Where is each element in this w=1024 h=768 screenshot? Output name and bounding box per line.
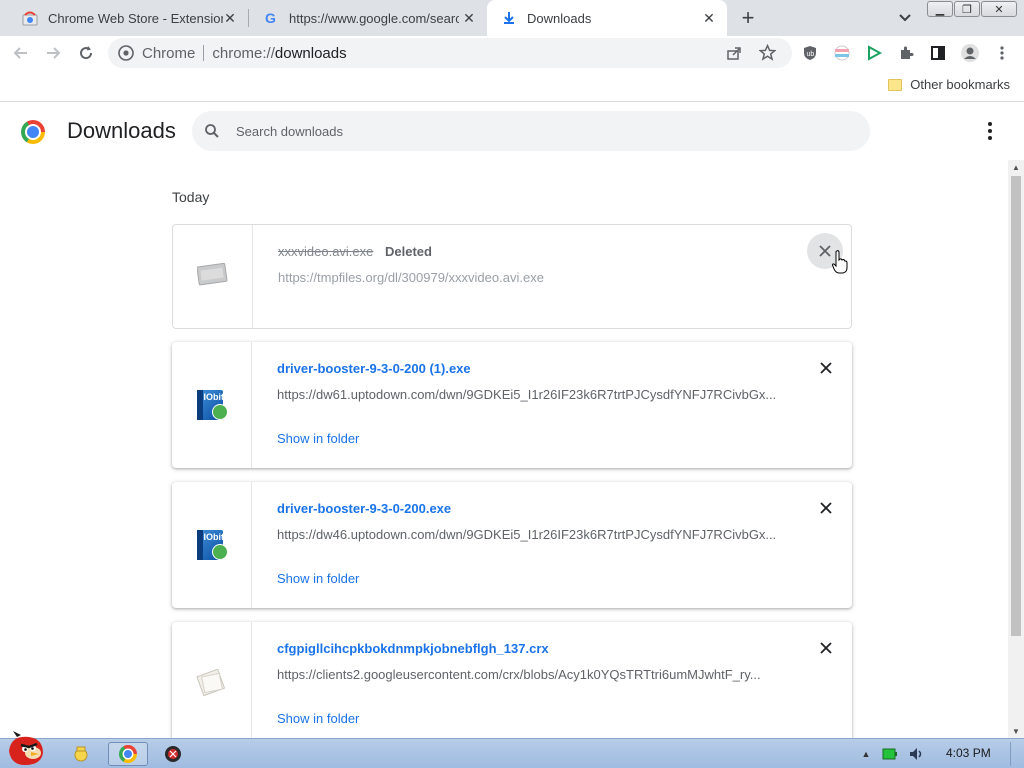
date-heading: Today (172, 189, 210, 205)
scroll-down-arrow-icon[interactable]: ▼ (1008, 724, 1024, 738)
file-name-link[interactable]: cfgpigllcihcpkbokdnmpkjobnebflgh_137.crx (277, 641, 549, 656)
remove-from-list-icon[interactable] (816, 498, 836, 518)
remove-from-list-icon[interactable] (816, 638, 836, 658)
downloads-list: Today xxxvideo.avi.exe Deleted https://t… (0, 160, 1008, 738)
folder-icon (888, 78, 903, 91)
taskbar-chrome-button[interactable] (108, 742, 148, 766)
tab-title: https://www.google.com/search (289, 10, 459, 26)
chrome-menu-icon[interactable] (990, 41, 1014, 65)
tab-downloads[interactable]: Downloads ✕ (487, 0, 727, 36)
file-icon-column: IObit (172, 342, 252, 468)
tab-search-chevron-icon[interactable] (895, 8, 915, 28)
google-icon: G (263, 10, 279, 26)
remove-from-list-icon[interactable] (816, 358, 836, 378)
restore-button[interactable]: ❐ (954, 1, 980, 17)
profile-avatar-icon[interactable] (958, 41, 982, 65)
file-url[interactable]: https://tmpfiles.org/dl/300979/xxxvideo.… (278, 270, 544, 285)
file-url[interactable]: https://dw61.uptodown.com/dwn/9GDKEi5_I1… (277, 387, 776, 402)
windows-taskbar: ▲ 4:03 PM (0, 731, 1024, 768)
omnibox-url-path: downloads (274, 44, 347, 62)
file-url[interactable]: https://dw46.uptodown.com/dwn/9GDKEi5_I1… (277, 527, 776, 542)
file-name-link[interactable]: driver-booster-9-3-0-200.exe (277, 501, 451, 516)
volume-icon[interactable] (906, 742, 928, 766)
video-file-icon (196, 261, 229, 292)
downloads-header: Downloads (0, 103, 1024, 159)
new-tab-button[interactable]: + (736, 5, 760, 30)
other-bookmarks[interactable]: Other bookmarks (888, 77, 1010, 92)
svg-text:ub: ub (807, 51, 815, 58)
tab-title: Downloads (527, 10, 592, 26)
iobit-installer-icon: IObit (196, 528, 228, 562)
share-icon[interactable] (726, 45, 742, 61)
extensions-puzzle-icon[interactable] (894, 41, 918, 65)
system-clock[interactable]: 4:03 PM (946, 746, 991, 760)
vertical-scrollbar[interactable]: ▲ ▼ (1008, 160, 1024, 738)
download-status: Deleted (385, 244, 432, 259)
file-name: xxxvideo.avi.exe (278, 244, 374, 259)
scrollbar-thumb[interactable] (1011, 176, 1021, 636)
file-icon-column (172, 622, 252, 738)
search-downloads-box[interactable] (192, 111, 870, 151)
page-title: Downloads (67, 118, 176, 143)
download-item: IObit driver-booster-9-3-0-200 (1).exe h… (172, 342, 852, 468)
address-bar[interactable]: Chrome chrome://downloads (108, 38, 792, 68)
chrome-web-store-icon (22, 10, 38, 26)
ublock-extension-icon[interactable]: ub (798, 41, 822, 65)
battery-icon[interactable] (880, 742, 900, 766)
download-item: cfgpigllcihcpkbokdnmpkjobnebflgh_137.crx… (172, 622, 852, 738)
tab-strip: Chrome Web Store - Extensions ✕ G https:… (0, 0, 1024, 36)
file-name-link[interactable]: driver-booster-9-3-0-200 (1).exe (277, 361, 471, 376)
show-in-folder-link[interactable]: Show in folder (277, 711, 359, 726)
show-hidden-icons-arrow-icon[interactable]: ▲ (858, 742, 874, 766)
close-tab-icon[interactable]: ✕ (461, 10, 477, 26)
close-tab-icon[interactable]: ✕ (222, 10, 238, 26)
close-tab-icon[interactable]: ✕ (701, 10, 717, 26)
file-icon-column (173, 225, 253, 328)
bookmarks-bar: Other bookmarks (0, 70, 1024, 102)
file-url[interactable]: https://clients2.googleusercontent.com/c… (277, 667, 761, 682)
chrome-site-icon (118, 45, 134, 61)
omnibox-site-label: Chrome (142, 44, 196, 62)
minimize-button[interactable]: ▁ (927, 1, 953, 17)
search-input[interactable] (236, 123, 836, 139)
search-icon (204, 123, 224, 139)
toolbar: Chrome chrome://downloads ub (0, 36, 1024, 70)
scroll-up-arrow-icon[interactable]: ▲ (1008, 160, 1024, 174)
iobit-installer-icon: IObit (196, 388, 228, 422)
forward-arrow-icon[interactable] (41, 41, 65, 65)
red-app-icon[interactable] (160, 742, 186, 766)
close-window-button[interactable]: ✕ (981, 1, 1017, 17)
chrome-logo-icon (21, 120, 45, 144)
tab-google-search[interactable]: G https://www.google.com/search ✕ (249, 0, 487, 36)
more-actions-icon[interactable] (978, 119, 1002, 143)
show-desktop-button[interactable] (1010, 742, 1024, 766)
reload-icon[interactable] (74, 41, 98, 65)
download-icon (501, 10, 517, 26)
hand-cursor-icon (831, 250, 848, 274)
show-in-folder-link[interactable]: Show in folder (277, 431, 359, 446)
flag-extension-icon[interactable] (830, 41, 854, 65)
file-explorer-icon[interactable] (68, 742, 94, 766)
tab-title: Chrome Web Store - Extensions (48, 10, 223, 26)
show-in-folder-link[interactable]: Show in folder (277, 571, 359, 586)
side-panel-icon[interactable] (926, 41, 950, 65)
omnibox-url-scheme: chrome:// (212, 44, 275, 62)
play-extension-icon[interactable] (862, 41, 886, 65)
tab-chrome-web-store[interactable]: Chrome Web Store - Extensions ✕ (8, 0, 248, 36)
bookmark-star-icon[interactable] (759, 44, 776, 61)
chrome-taskbar-icon (119, 745, 137, 763)
svg-text:G: G (265, 10, 276, 26)
generic-file-icon (195, 668, 228, 702)
start-button-bird-icon[interactable] (2, 731, 50, 767)
omnibox-divider (203, 45, 205, 61)
download-item: IObit driver-booster-9-3-0-200.exe https… (172, 482, 852, 608)
download-item: xxxvideo.avi.exe Deleted https://tmpfile… (172, 224, 852, 329)
back-arrow-icon[interactable] (9, 41, 33, 65)
other-bookmarks-label: Other bookmarks (910, 77, 1010, 92)
file-icon-column: IObit (172, 482, 252, 608)
